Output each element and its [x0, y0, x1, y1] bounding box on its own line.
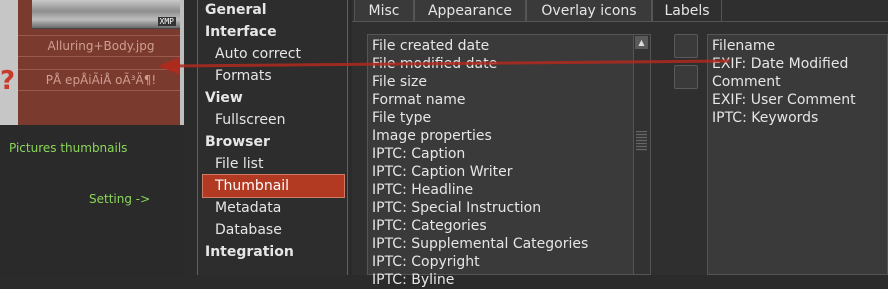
settings-content: Misc Appearance Overlay icons Labels File c…	[352, 0, 888, 288]
available-field-item[interactable]: IPTC: Byline	[372, 271, 454, 289]
available-field-item[interactable]: IPTC: Special Instruction	[372, 199, 541, 217]
available-fields-list[interactable]: File created date File modified date File …	[367, 34, 651, 288]
scrollbar-grip[interactable]	[636, 131, 647, 151]
scroll-up-arrow-icon[interactable]: ▲	[635, 36, 648, 49]
available-field-item[interactable]: Image properties	[372, 127, 492, 145]
thumbnail-label-empty	[18, 90, 184, 126]
category-browser[interactable]: Browser	[198, 131, 354, 153]
category-metadata[interactable]: Metadata	[198, 197, 364, 219]
available-field-item[interactable]: File created date	[372, 37, 489, 55]
tab-appearance[interactable]: Appearance	[414, 0, 526, 22]
category-general[interactable]: General	[198, 0, 354, 21]
thumbnail-strip: XMP Alluring+Body.jpg PÅ epÅiÃiÅ oÃ³Ä¶!	[0, 0, 184, 125]
available-field-item[interactable]: File modified date	[372, 55, 497, 73]
available-field-item[interactable]: File type	[372, 109, 431, 127]
selected-fields-list[interactable]: Filename EXIF: Date Modified Comment EXIF: …	[707, 34, 888, 275]
tab-bar-divider	[352, 21, 888, 22]
selected-field-item[interactable]: IPTC: Keywords	[712, 109, 818, 127]
selected-field-item[interactable]: Comment	[712, 73, 781, 91]
available-field-item[interactable]: Format name	[372, 91, 466, 109]
settings-category-list: General Interface Auto correct Formats View F…	[197, 0, 348, 275]
thumbnail-cell[interactable]: XMP Alluring+Body.jpg PÅ epÅiÃiÅ oÃ³Ä¶!	[18, 0, 184, 125]
category-auto-correct[interactable]: Auto correct	[198, 43, 364, 65]
available-field-item[interactable]: File size	[372, 73, 427, 91]
category-database[interactable]: Database	[198, 219, 364, 241]
available-field-item[interactable]: IPTC: Caption Writer	[372, 163, 512, 181]
category-interface[interactable]: Interface	[198, 21, 354, 43]
tab-misc[interactable]: Misc	[354, 0, 414, 22]
category-fullscreen[interactable]: Fullscreen	[198, 109, 364, 131]
category-file-list[interactable]: File list	[198, 153, 364, 175]
available-field-item[interactable]: IPTC: Copyright	[372, 253, 480, 271]
thumbnail-preview-pane: XMP Alluring+Body.jpg PÅ epÅiÃiÅ oÃ³Ä¶! …	[0, 0, 184, 275]
tab-labels[interactable]: Labels	[652, 0, 722, 22]
category-formats[interactable]: Formats	[198, 65, 364, 87]
selected-field-item[interactable]: EXIF: Date Modified	[712, 55, 848, 73]
tab-overlay-icons[interactable]: Overlay icons	[526, 0, 652, 22]
available-fields-scrollbar[interactable]: ▲	[633, 35, 650, 274]
remove-field-button[interactable]	[674, 65, 698, 89]
category-thumbnail[interactable]: Thumbnail	[202, 174, 345, 198]
thumbnail-strip-margin	[0, 0, 18, 125]
pictures-thumbnails-caption: Pictures thumbnails	[9, 141, 128, 155]
xmp-badge: XMP	[157, 17, 176, 26]
thumbnail-strip-margin	[180, 0, 184, 125]
thumbnail-filename-label: Alluring+Body.jpg	[18, 35, 184, 56]
thumbnail-garbled-label: PÅ epÅiÃiÅ oÃ³Ä¶!	[18, 69, 184, 90]
available-field-item[interactable]: IPTC: Supplemental Categories	[372, 235, 588, 253]
thumbnail-image[interactable]: XMP	[32, 0, 180, 29]
available-field-item[interactable]: IPTC: Caption	[372, 145, 465, 163]
question-mark-annotation: ?	[0, 66, 16, 96]
add-field-button[interactable]	[674, 34, 698, 58]
selected-field-item[interactable]: Filename	[712, 37, 775, 55]
available-field-item[interactable]: IPTC: Categories	[372, 217, 487, 235]
category-view[interactable]: View	[198, 87, 354, 109]
category-integration[interactable]: Integration	[198, 241, 354, 263]
selected-field-item[interactable]: EXIF: User Comment	[712, 91, 856, 109]
available-field-item[interactable]: IPTC: Headline	[372, 181, 473, 199]
setting-note: Setting ->	[89, 192, 151, 206]
